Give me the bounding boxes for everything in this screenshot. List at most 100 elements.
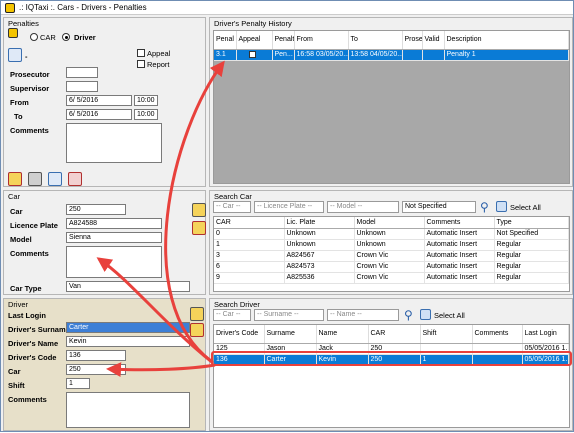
car-delete-icon[interactable] xyxy=(192,221,206,235)
car-group-title: Car xyxy=(8,192,21,201)
table-row[interactable]: 6 A824573 Crown Vic Automatic Insert Regular xyxy=(214,261,569,273)
driver-radio[interactable] xyxy=(62,33,70,41)
history-col-header[interactable]: From xyxy=(294,31,349,50)
driver-header-row: Driver's Code Surname Name CAR Shift Com… xyxy=(214,325,569,344)
driver-grid[interactable]: Driver's Code Surname Name CAR Shift Com… xyxy=(213,324,570,428)
select-all-icon[interactable] xyxy=(496,201,507,212)
car-col-header[interactable]: Lic. Plate xyxy=(284,217,355,229)
car-table: CAR Lic. Plate Model Comments Type 0 Unkn… xyxy=(214,217,569,284)
history-col-header[interactable]: To xyxy=(348,31,403,50)
search-type-select[interactable]: Not Specified xyxy=(402,201,476,213)
driver-col-header[interactable]: Driver's Code xyxy=(214,325,265,344)
search-driver-group: Search Driver -- Car -- -- Surname -- --… xyxy=(209,298,573,431)
surname-field[interactable]: Carter xyxy=(66,322,190,333)
plate-field[interactable]: A824588 xyxy=(66,218,162,229)
table-cell: Regular xyxy=(494,261,569,273)
driver-col-header[interactable]: Shift xyxy=(420,325,473,344)
shift-field[interactable]: 1 xyxy=(66,378,90,389)
table-cell: Pen... xyxy=(272,49,295,61)
history-col-header[interactable]: Penalt xyxy=(272,31,295,50)
prosecutor-field[interactable] xyxy=(66,67,98,78)
select-all-icon[interactable] xyxy=(420,309,431,320)
last-login-label: Last Login xyxy=(8,311,46,320)
table-cell: 6 xyxy=(214,261,285,273)
car-save-icon[interactable] xyxy=(192,203,206,217)
driver-name-field[interactable]: Kevin xyxy=(66,336,190,347)
history-col-header[interactable]: Description xyxy=(444,31,569,50)
driver-delete-icon[interactable] xyxy=(190,323,204,337)
car-radio[interactable] xyxy=(30,33,38,41)
table-row[interactable]: 3.1 Pen... 16:58 03/05/20... 13:58 04/05… xyxy=(214,49,569,61)
search-name-filter[interactable]: -- Name -- xyxy=(327,309,399,321)
to-time-field[interactable]: 10:00 xyxy=(134,109,158,120)
search-car-filter[interactable]: -- Car -- xyxy=(213,201,251,213)
table-cell: Automatic Insert xyxy=(424,250,495,262)
table-cell: Unknown xyxy=(354,228,425,240)
history-header-row: Penal Code Appeal Penalt From To Prose V… xyxy=(214,31,569,50)
from-time-field[interactable]: 10:00 xyxy=(134,95,158,106)
driver-col-header[interactable]: CAR xyxy=(368,325,421,344)
driver-col-header[interactable]: Surname xyxy=(264,325,317,344)
table-row[interactable]: 3 A824567 Crown Vic Automatic Insert Regular xyxy=(214,250,569,262)
delete-penalty-icon[interactable] xyxy=(68,172,82,186)
search-icon[interactable]: ⚲ xyxy=(404,308,413,322)
to-date-picker[interactable]: 6/ 5/2016 xyxy=(66,109,132,120)
car-header-row: CAR Lic. Plate Model Comments Type xyxy=(214,217,569,229)
car-col-header[interactable]: Model xyxy=(354,217,425,229)
search-driver-car-filter[interactable]: -- Car -- xyxy=(213,309,251,321)
history-col-header[interactable]: Prose xyxy=(402,31,423,50)
search-icon[interactable]: ⚲ xyxy=(480,200,489,214)
table-row[interactable]: 0 Unknown Unknown Automatic Insert Not Speci… xyxy=(214,228,569,240)
driver-col-header[interactable]: Last Login xyxy=(522,325,569,344)
history-col-header[interactable]: Penal Code xyxy=(214,31,237,50)
penalty-comments-field[interactable] xyxy=(66,123,162,163)
driver-save-icon[interactable] xyxy=(190,307,204,321)
history-title: Driver's Penalty History xyxy=(214,19,292,28)
car-field[interactable]: 250 xyxy=(66,204,126,215)
driver-col-header[interactable]: Comments xyxy=(472,325,523,344)
appeal-checkbox[interactable] xyxy=(137,49,145,57)
table-cell: Automatic Insert xyxy=(424,239,495,251)
history-col-header[interactable]: Appeal xyxy=(236,31,273,50)
table-cell: Crown Vic xyxy=(354,272,425,284)
driver-car-field[interactable]: 250 xyxy=(66,364,126,375)
car-group: Car Car 250 Licence Plate A824588 Model … xyxy=(3,190,206,295)
driver-code-label: Driver's Code xyxy=(8,353,57,362)
model-field[interactable]: Sienna xyxy=(66,232,162,243)
table-row[interactable]: 1 Unknown Unknown Automatic Insert Regular xyxy=(214,239,569,251)
appeal-cell-checkbox[interactable] xyxy=(236,49,273,61)
driver-col-header[interactable]: Name xyxy=(316,325,369,344)
add-penalty-icon[interactable] xyxy=(8,172,22,186)
car-col-header[interactable]: Type xyxy=(494,217,569,229)
table-row[interactable]: 9 A825536 Crown Vic Automatic Insert Regular xyxy=(214,272,569,284)
penalty-code-button[interactable] xyxy=(8,48,22,62)
select-all-drivers-button[interactable]: Select All xyxy=(434,311,465,320)
car-col-header[interactable]: Comments xyxy=(424,217,495,229)
report-checkbox[interactable] xyxy=(137,60,145,68)
penalty-code-dash: - xyxy=(25,52,28,61)
table-cell: Regular xyxy=(494,250,569,262)
car-comments-label: Comments xyxy=(10,249,49,258)
app-icon xyxy=(5,3,15,13)
save-penalty-icon[interactable] xyxy=(48,172,62,186)
title-bar: .: IQTaxi :. Cars - Drivers - Penalties xyxy=(1,1,573,15)
driver-car-label: Car xyxy=(8,367,21,376)
table-cell: Automatic Insert xyxy=(424,228,495,240)
car-type-select[interactable]: Van xyxy=(66,281,190,292)
select-all-cars-button[interactable]: Select All xyxy=(510,203,541,212)
supervisor-field[interactable] xyxy=(66,81,98,92)
car-grid[interactable]: CAR Lic. Plate Model Comments Type 0 Unkn… xyxy=(213,216,570,292)
table-cell: Automatic Insert xyxy=(424,272,495,284)
history-grid[interactable]: Penal Code Appeal Penalt From To Prose V… xyxy=(213,30,570,184)
model-label: Model xyxy=(10,235,32,244)
car-col-header[interactable]: CAR xyxy=(214,217,285,229)
search-surname-filter[interactable]: -- Surname -- xyxy=(254,309,324,321)
history-col-header[interactable]: Valid xyxy=(422,31,445,50)
search-model-filter[interactable]: -- Model -- xyxy=(327,201,399,213)
driver-code-field[interactable]: 136 xyxy=(66,350,126,361)
search-plate-filter[interactable]: -- Licence Plate -- xyxy=(254,201,324,213)
from-date-picker[interactable]: 6/ 5/2016 xyxy=(66,95,132,106)
driver-comments-field[interactable] xyxy=(66,392,190,428)
edit-penalty-icon[interactable] xyxy=(28,172,42,186)
car-comments-field[interactable] xyxy=(66,246,162,278)
